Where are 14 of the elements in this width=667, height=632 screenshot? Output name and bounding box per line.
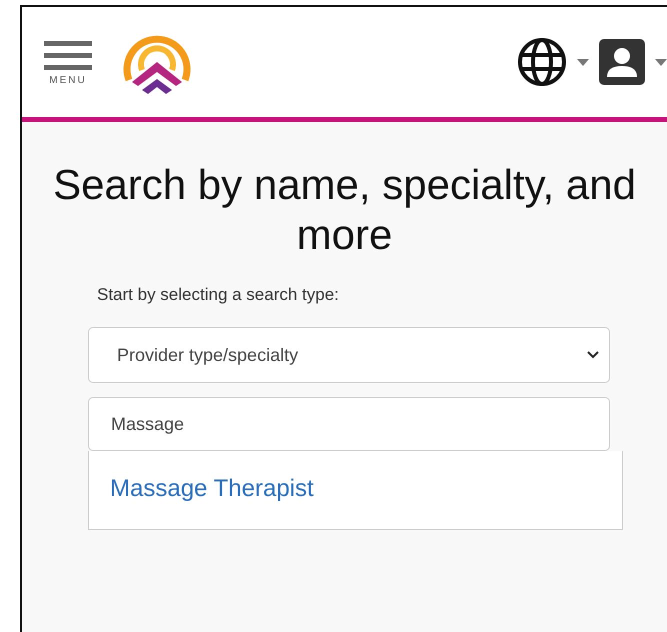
search-input-field[interactable]: Massage (88, 397, 610, 451)
account-dropdown[interactable] (599, 39, 667, 85)
language-dropdown[interactable] (517, 37, 589, 87)
suggestion-link[interactable]: Massage Therapist (110, 475, 314, 502)
menu-icon (44, 38, 92, 70)
user-icon (599, 39, 645, 85)
page-heading: Search by name, specialty, and more (52, 160, 637, 260)
chevron-down-icon (587, 351, 599, 359)
search-type-select[interactable]: Provider type/specialty (88, 327, 610, 383)
menu-button[interactable]: MENU (44, 38, 92, 86)
search-type-prompt: Start by selecting a search type: (97, 285, 340, 305)
globe-icon (517, 37, 567, 87)
caret-icon (577, 58, 589, 66)
caret-icon (655, 58, 667, 66)
